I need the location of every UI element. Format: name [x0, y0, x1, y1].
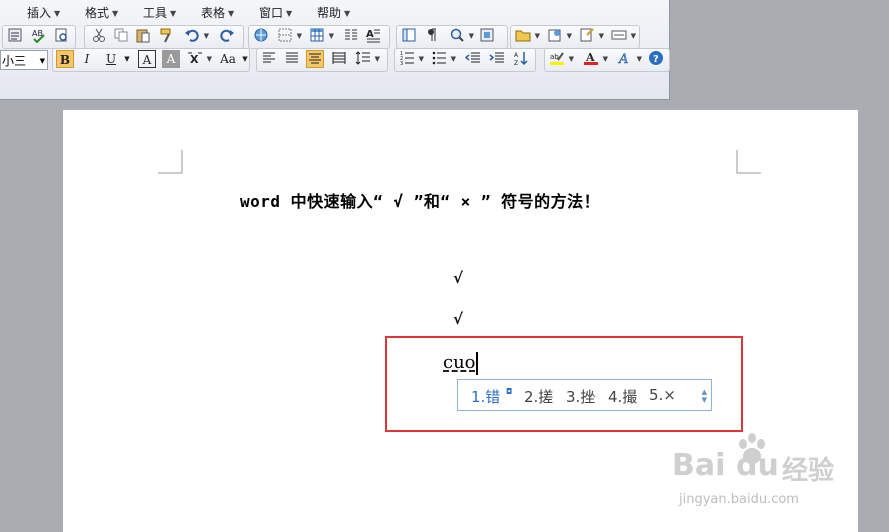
menu-table[interactable]: 表格 ▼: [201, 4, 234, 21]
ime-candidate-5[interactable]: 5.×: [649, 386, 676, 404]
bold-button[interactable]: B: [56, 50, 74, 68]
svg-text:Z: Z: [514, 60, 518, 66]
sort-icon[interactable]: AZ: [512, 50, 530, 68]
justify-icon[interactable]: [283, 50, 301, 68]
menu-window[interactable]: 窗口 ▼: [259, 4, 292, 21]
chevron-down-icon[interactable]: ▼: [118, 50, 136, 68]
distributed-icon[interactable]: [330, 50, 348, 68]
chevron-down-icon: ▼: [228, 9, 235, 18]
table-icon[interactable]: ▼: [308, 27, 334, 45]
copy-icon[interactable]: [112, 27, 130, 45]
align-center-icon[interactable]: [306, 50, 324, 68]
toolbar-panel: 插入 ▼ 格式 ▼ 工具 ▼ 表格 ▼ 窗口 ▼ 帮助 ▼ AB ▼ ▼ ▼ A…: [0, 0, 670, 100]
font-size-select[interactable]: 小三 ▼: [0, 50, 48, 70]
drop-cap-icon[interactable]: A: [364, 27, 382, 45]
char-border-button[interactable]: A: [138, 50, 156, 68]
svg-text:X: X: [190, 53, 199, 66]
watermark-brand-du: du: [736, 448, 779, 483]
ime-candidate-4[interactable]: 4.撮: [608, 386, 637, 407]
ime-candidate-2[interactable]: 2.搓: [524, 386, 553, 407]
watermark-url: jingyan.baidu.com: [679, 492, 799, 507]
chevron-up-icon[interactable]: ▲: [702, 388, 707, 396]
zoom-icon[interactable]: ▼: [448, 27, 474, 45]
menu-help[interactable]: 帮助 ▼: [317, 4, 350, 21]
envelope-icon[interactable]: ▼: [610, 27, 636, 45]
document-map-icon[interactable]: [400, 27, 418, 45]
italic-button[interactable]: I: [78, 50, 96, 68]
check-mark-1: √: [453, 269, 464, 287]
redo-icon[interactable]: [218, 27, 236, 45]
hyperlink-icon[interactable]: [252, 27, 270, 45]
chevron-down-icon: ▼: [54, 9, 61, 18]
typed-pinyin-text: cuo: [443, 352, 476, 373]
align-left-icon[interactable]: [260, 50, 278, 68]
menu-format[interactable]: 格式 ▼: [85, 4, 118, 21]
numbering-icon[interactable]: 123 ▼: [398, 50, 424, 68]
document-heading: word 中快速输入“ √ ”和“ × ” 符号的方法！: [240, 192, 601, 211]
chevron-down-icon: ▼: [344, 9, 351, 18]
help-icon[interactable]: ?: [647, 50, 665, 68]
paste-icon[interactable]: [134, 27, 152, 45]
standard-toolbar: AB ▼ ▼ ▼ A ▼ ▼ ▼ ▼ ▼: [0, 24, 670, 49]
spelling-icon[interactable]: AB: [30, 27, 48, 45]
char-shading-button[interactable]: A: [162, 50, 180, 68]
baidu-watermark: Bai du 经验 jingyan.baidu.com: [672, 430, 872, 520]
style-icon[interactable]: ▼: [578, 27, 604, 45]
line-spacing-icon[interactable]: ▼: [354, 50, 380, 68]
menu-insert[interactable]: 插入 ▼: [27, 4, 60, 21]
svg-text:3: 3: [400, 61, 403, 66]
open-folder-icon[interactable]: ▼: [514, 27, 540, 45]
ime-pin-icon: ◘: [506, 387, 513, 396]
full-screen-icon[interactable]: [478, 27, 496, 45]
research-icon[interactable]: [6, 27, 24, 45]
undo-icon[interactable]: ▼: [183, 27, 209, 45]
watermark-brand-cn: 经验: [782, 456, 835, 486]
chevron-down-icon: ▼: [286, 9, 293, 18]
menu-bar: 插入 ▼ 格式 ▼ 工具 ▼ 表格 ▼ 窗口 ▼ 帮助 ▼: [0, 0, 670, 22]
show-hide-marks-icon[interactable]: [424, 27, 442, 45]
ime-page-arrows[interactable]: ▲ ▼: [702, 388, 707, 404]
insert-object-icon[interactable]: ▼: [546, 27, 572, 45]
columns-icon[interactable]: [342, 27, 360, 45]
chevron-down-icon: ▼: [39, 57, 45, 65]
formatting-toolbar: 小三 ▼ B I U ▼ A A X ▼ Aa ▼ ▼ 12 3 ▼ ▼ A Z…: [0, 47, 670, 72]
svg-text:?: ?: [653, 54, 659, 65]
chevron-down-icon[interactable]: ▼: [236, 50, 254, 68]
margin-corner-top-left: [158, 150, 183, 174]
menu-tools[interactable]: 工具 ▼: [143, 4, 176, 21]
svg-text:A: A: [618, 52, 628, 66]
svg-text:A: A: [514, 52, 519, 59]
cut-icon[interactable]: [90, 27, 108, 45]
increase-indent-icon[interactable]: [488, 50, 506, 68]
margin-corner-top-right: [736, 150, 761, 174]
svg-text:A: A: [366, 29, 374, 40]
text-caret: [476, 352, 478, 375]
decrease-indent-icon[interactable]: [464, 50, 482, 68]
char-scale-icon[interactable]: X ▼: [186, 50, 212, 68]
highlight-icon[interactable]: ab ▼: [548, 50, 574, 68]
watermark-brand: Bai: [672, 448, 726, 483]
check-mark-2: √: [453, 310, 464, 328]
ime-candidate-1[interactable]: 1.错: [471, 386, 500, 407]
ime-candidate-window: 1.错 ◘ 2.搓 3.挫 4.撮 5.× ▲ ▼: [457, 379, 712, 411]
chevron-down-icon[interactable]: ▼: [702, 396, 707, 404]
border-icon[interactable]: ▼: [276, 27, 302, 45]
font-color-icon[interactable]: A ▼: [582, 50, 608, 68]
text-effect-icon[interactable]: A ▼: [616, 50, 642, 68]
ime-candidate-3[interactable]: 3.挫: [566, 386, 595, 407]
chevron-down-icon: ▼: [112, 9, 119, 18]
format-painter-icon[interactable]: [158, 27, 176, 45]
print-preview-icon[interactable]: [52, 27, 70, 45]
bullets-icon[interactable]: ▼: [430, 50, 456, 68]
chevron-down-icon: ▼: [170, 9, 177, 18]
